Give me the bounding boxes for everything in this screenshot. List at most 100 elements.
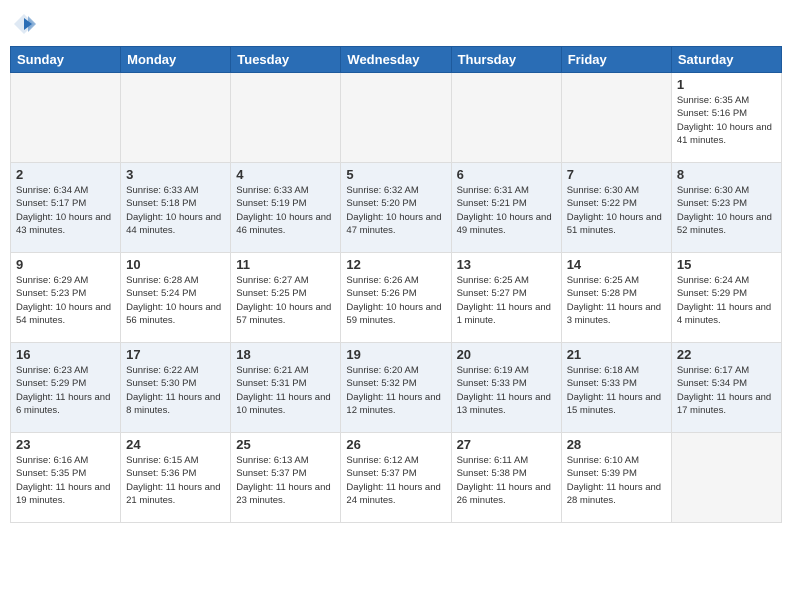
calendar-day-cell: 1Sunrise: 6:35 AM Sunset: 5:16 PM Daylig… bbox=[671, 73, 781, 163]
calendar-day-cell: 4 Sunrise: 6:33 AM Sunset: 5:19 PM Daylig… bbox=[231, 163, 341, 253]
calendar-day-cell: 16 Sunrise: 6:23 AM Sunset: 5:29 PM Dayli… bbox=[11, 343, 121, 433]
calendar-week-row-3: 9 Sunrise: 6:29 AM Sunset: 5:23 PM Daylig… bbox=[11, 253, 782, 343]
day-number: 7 bbox=[567, 167, 666, 182]
day-number: 21 bbox=[567, 347, 666, 362]
calendar-day-cell: 3 Sunrise: 6:33 AM Sunset: 5:18 PM Daylig… bbox=[121, 163, 231, 253]
day-info: Sunrise: 6:21 AM Sunset: 5:31 PM Dayligh… bbox=[236, 364, 335, 417]
calendar-week-row-1: 1Sunrise: 6:35 AM Sunset: 5:16 PM Daylig… bbox=[11, 73, 782, 163]
calendar-day-cell bbox=[561, 73, 671, 163]
day-number: 18 bbox=[236, 347, 335, 362]
day-number: 11 bbox=[236, 257, 335, 272]
day-info: Sunrise: 6:30 AM Sunset: 5:23 PM Dayligh… bbox=[677, 184, 776, 237]
calendar-week-row-2: 2 Sunrise: 6:34 AM Sunset: 5:17 PM Daylig… bbox=[11, 163, 782, 253]
calendar-day-cell: 19Sunrise: 6:20 AM Sunset: 5:32 PM Dayli… bbox=[341, 343, 451, 433]
day-number: 24 bbox=[126, 437, 225, 452]
day-number: 3 bbox=[126, 167, 225, 182]
day-number: 22 bbox=[677, 347, 776, 362]
day-number: 9 bbox=[16, 257, 115, 272]
day-info: Sunrise: 6:33 AM Sunset: 5:18 PM Dayligh… bbox=[126, 184, 225, 237]
calendar-day-cell: 6 Sunrise: 6:31 AM Sunset: 5:21 PM Daylig… bbox=[451, 163, 561, 253]
calendar-day-cell: 10 Sunrise: 6:28 AM Sunset: 5:24 PM Dayli… bbox=[121, 253, 231, 343]
day-number: 13 bbox=[457, 257, 556, 272]
calendar-day-cell: 7 Sunrise: 6:30 AM Sunset: 5:22 PM Daylig… bbox=[561, 163, 671, 253]
day-info: Sunrise: 6:27 AM Sunset: 5:25 PM Dayligh… bbox=[236, 274, 335, 327]
day-info: Sunrise: 6:13 AM Sunset: 5:37 PM Dayligh… bbox=[236, 454, 335, 507]
calendar-header-row: SundayMondayTuesdayWednesdayThursdayFrid… bbox=[11, 47, 782, 73]
day-number: 14 bbox=[567, 257, 666, 272]
calendar-day-cell: 15 Sunrise: 6:24 AM Sunset: 5:29 PM Dayli… bbox=[671, 253, 781, 343]
calendar-day-cell: 28 Sunrise: 6:10 AM Sunset: 5:39 PM Dayli… bbox=[561, 433, 671, 523]
day-info: Sunrise: 6:10 AM Sunset: 5:39 PM Dayligh… bbox=[567, 454, 666, 507]
calendar-header-wednesday: Wednesday bbox=[341, 47, 451, 73]
day-info: Sunrise: 6:33 AM Sunset: 5:19 PM Dayligh… bbox=[236, 184, 335, 237]
day-info: Sunrise: 6:30 AM Sunset: 5:22 PM Dayligh… bbox=[567, 184, 666, 237]
day-info: Sunrise: 6:32 AM Sunset: 5:20 PM Dayligh… bbox=[346, 184, 445, 237]
calendar-day-cell: 26 Sunrise: 6:12 AM Sunset: 5:37 PM Dayli… bbox=[341, 433, 451, 523]
calendar-week-row-4: 16 Sunrise: 6:23 AM Sunset: 5:29 PM Dayli… bbox=[11, 343, 782, 433]
day-info: Sunrise: 6:25 AM Sunset: 5:28 PM Dayligh… bbox=[567, 274, 666, 327]
calendar-header-friday: Friday bbox=[561, 47, 671, 73]
day-number: 6 bbox=[457, 167, 556, 182]
day-number: 10 bbox=[126, 257, 225, 272]
calendar-day-cell bbox=[121, 73, 231, 163]
calendar-day-cell bbox=[341, 73, 451, 163]
calendar-day-cell bbox=[451, 73, 561, 163]
calendar-day-cell: 8 Sunrise: 6:30 AM Sunset: 5:23 PM Daylig… bbox=[671, 163, 781, 253]
calendar-week-row-5: 23Sunrise: 6:16 AM Sunset: 5:35 PM Dayli… bbox=[11, 433, 782, 523]
calendar-day-cell: 25 Sunrise: 6:13 AM Sunset: 5:37 PM Dayli… bbox=[231, 433, 341, 523]
calendar-day-cell: 17 Sunrise: 6:22 AM Sunset: 5:30 PM Dayli… bbox=[121, 343, 231, 433]
day-number: 8 bbox=[677, 167, 776, 182]
calendar-header-tuesday: Tuesday bbox=[231, 47, 341, 73]
day-number: 15 bbox=[677, 257, 776, 272]
calendar-day-cell bbox=[671, 433, 781, 523]
day-number: 23 bbox=[16, 437, 115, 452]
day-info: Sunrise: 6:23 AM Sunset: 5:29 PM Dayligh… bbox=[16, 364, 115, 417]
day-number: 25 bbox=[236, 437, 335, 452]
calendar-day-cell: 18 Sunrise: 6:21 AM Sunset: 5:31 PM Dayli… bbox=[231, 343, 341, 433]
calendar-day-cell: 14 Sunrise: 6:25 AM Sunset: 5:28 PM Dayli… bbox=[561, 253, 671, 343]
day-number: 1 bbox=[677, 77, 776, 92]
calendar-header-monday: Monday bbox=[121, 47, 231, 73]
calendar-day-cell: 2 Sunrise: 6:34 AM Sunset: 5:17 PM Daylig… bbox=[11, 163, 121, 253]
day-info: Sunrise: 6:17 AM Sunset: 5:34 PM Dayligh… bbox=[677, 364, 776, 417]
calendar-day-cell: 20 Sunrise: 6:19 AM Sunset: 5:33 PM Dayli… bbox=[451, 343, 561, 433]
day-info: Sunrise: 6:28 AM Sunset: 5:24 PM Dayligh… bbox=[126, 274, 225, 327]
day-number: 12 bbox=[346, 257, 445, 272]
day-number: 28 bbox=[567, 437, 666, 452]
day-number: 27 bbox=[457, 437, 556, 452]
calendar-day-cell: 12 Sunrise: 6:26 AM Sunset: 5:26 PM Dayli… bbox=[341, 253, 451, 343]
day-info: Sunrise: 6:29 AM Sunset: 5:23 PM Dayligh… bbox=[16, 274, 115, 327]
day-info: Sunrise: 6:25 AM Sunset: 5:27 PM Dayligh… bbox=[457, 274, 556, 327]
day-info: Sunrise: 6:26 AM Sunset: 5:26 PM Dayligh… bbox=[346, 274, 445, 327]
calendar-table: SundayMondayTuesdayWednesdayThursdayFrid… bbox=[10, 46, 782, 523]
day-number: 2 bbox=[16, 167, 115, 182]
calendar-day-cell: 9 Sunrise: 6:29 AM Sunset: 5:23 PM Daylig… bbox=[11, 253, 121, 343]
day-info: Sunrise: 6:22 AM Sunset: 5:30 PM Dayligh… bbox=[126, 364, 225, 417]
day-number: 17 bbox=[126, 347, 225, 362]
calendar-day-cell: 24 Sunrise: 6:15 AM Sunset: 5:36 PM Dayli… bbox=[121, 433, 231, 523]
calendar-header-saturday: Saturday bbox=[671, 47, 781, 73]
calendar-day-cell: 5 Sunrise: 6:32 AM Sunset: 5:20 PM Daylig… bbox=[341, 163, 451, 253]
calendar-day-cell: 11 Sunrise: 6:27 AM Sunset: 5:25 PM Dayli… bbox=[231, 253, 341, 343]
day-info: Sunrise: 6:15 AM Sunset: 5:36 PM Dayligh… bbox=[126, 454, 225, 507]
calendar-day-cell bbox=[11, 73, 121, 163]
day-info: Sunrise: 6:24 AM Sunset: 5:29 PM Dayligh… bbox=[677, 274, 776, 327]
day-info: Sunrise: 6:18 AM Sunset: 5:33 PM Dayligh… bbox=[567, 364, 666, 417]
calendar-day-cell: 22 Sunrise: 6:17 AM Sunset: 5:34 PM Dayli… bbox=[671, 343, 781, 433]
day-info: Sunrise: 6:11 AM Sunset: 5:38 PM Dayligh… bbox=[457, 454, 556, 507]
day-info: Sunrise: 6:20 AM Sunset: 5:32 PM Dayligh… bbox=[346, 364, 445, 417]
day-number: 26 bbox=[346, 437, 445, 452]
calendar-day-cell: 27 Sunrise: 6:11 AM Sunset: 5:38 PM Dayli… bbox=[451, 433, 561, 523]
page-header bbox=[10, 10, 782, 38]
day-number: 16 bbox=[16, 347, 115, 362]
calendar-header-thursday: Thursday bbox=[451, 47, 561, 73]
calendar-day-cell: 13 Sunrise: 6:25 AM Sunset: 5:27 PM Dayli… bbox=[451, 253, 561, 343]
day-info: Sunrise: 6:34 AM Sunset: 5:17 PM Dayligh… bbox=[16, 184, 115, 237]
day-number: 20 bbox=[457, 347, 556, 362]
day-info: Sunrise: 6:12 AM Sunset: 5:37 PM Dayligh… bbox=[346, 454, 445, 507]
day-number: 5 bbox=[346, 167, 445, 182]
logo-icon bbox=[10, 10, 38, 38]
day-number: 4 bbox=[236, 167, 335, 182]
day-info: Sunrise: 6:19 AM Sunset: 5:33 PM Dayligh… bbox=[457, 364, 556, 417]
day-info: Sunrise: 6:31 AM Sunset: 5:21 PM Dayligh… bbox=[457, 184, 556, 237]
